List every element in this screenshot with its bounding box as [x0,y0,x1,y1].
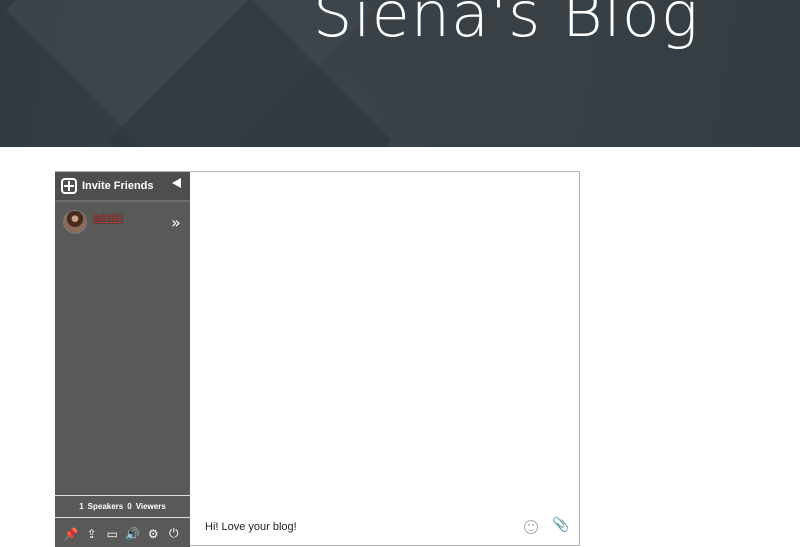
speakers-label: Speakers [87,502,124,511]
user-name[interactable]: admin [93,212,123,224]
pin-icon[interactable]: 📌 [63,527,79,541]
avatar [63,210,87,234]
window-icon[interactable]: ▭ [104,527,120,541]
attachment-icon[interactable]: 📎 [552,517,569,533]
upload-icon[interactable]: ⇪ [84,527,100,541]
volume-icon[interactable]: 🔊 [125,527,141,541]
blog-header: Siena's Blog [0,0,800,147]
plus-icon [61,178,77,194]
blog-title: Siena's Blog [313,0,700,51]
viewers-label: Viewers [135,502,166,511]
settings-icon[interactable]: ⚙ [145,527,161,541]
user-list-item[interactable]: admin » [55,208,190,236]
viewers-count: 0 [127,502,132,511]
invite-friends-button[interactable]: Invite Friends [55,172,190,202]
message-input[interactable] [205,518,505,536]
chat-widget: Invite Friends admin » 1 Speakers 0 View… [55,171,580,547]
emoji-icon[interactable] [524,520,538,534]
collapse-icon[interactable] [172,178,181,188]
expand-icon[interactable]: » [171,213,181,232]
power-icon[interactable]: ⏻ [166,526,182,541]
speakers-count: 1 [79,502,84,511]
participant-counts: 1 Speakers 0 Viewers [55,495,190,518]
chat-sidebar: Invite Friends admin » 1 Speakers 0 View… [55,172,190,547]
chat-toolbar: 📌 ⇪ ▭ 🔊 ⚙ ⏻ [55,520,190,547]
invite-friends-label: Invite Friends [82,180,154,192]
